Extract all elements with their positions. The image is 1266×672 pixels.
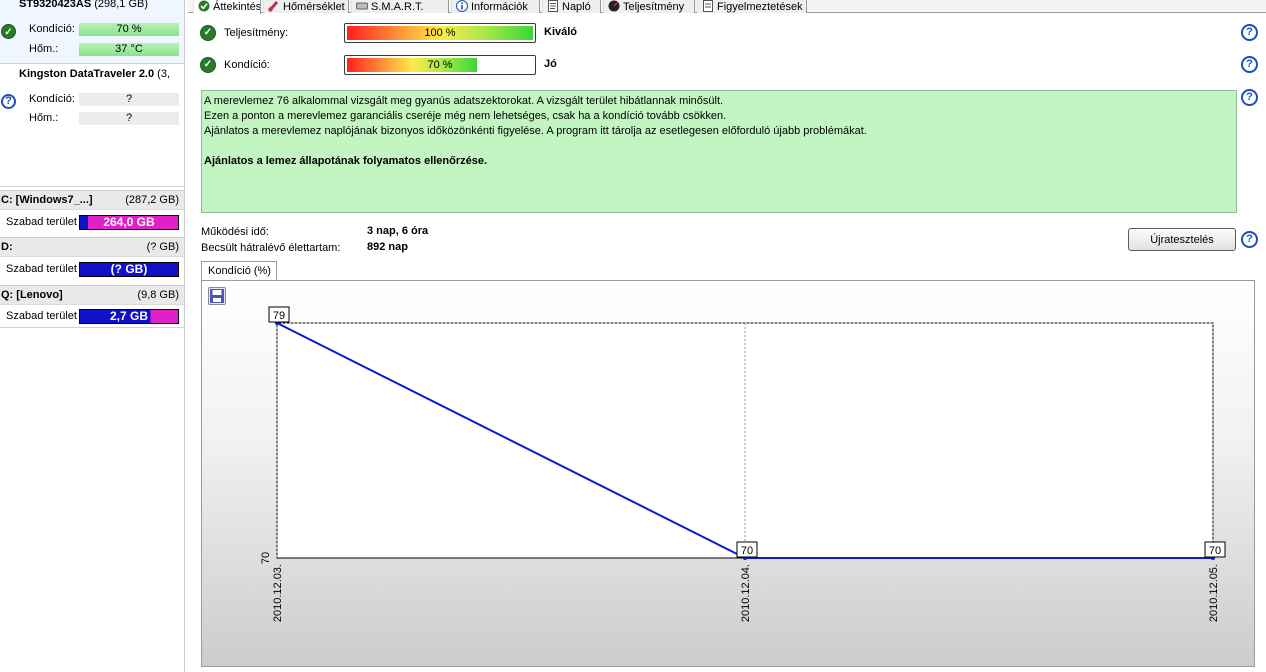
health-label: Kondíció:	[224, 59, 270, 71]
health-value: 70 %	[79, 23, 179, 36]
data-label: 70	[741, 545, 753, 557]
tab-overview[interactable]: Áttekintés	[193, 0, 261, 14]
temp-value: 37 °C	[79, 43, 179, 56]
free-space-bar-d: (? GB)	[79, 262, 179, 277]
data-label: 79	[273, 310, 285, 322]
check-icon: ✓	[200, 57, 216, 73]
status-message-box: A merevlemez 76 alkalommal vizsgált meg …	[201, 90, 1237, 213]
volume-header-d[interactable]: D: (? GB)	[0, 237, 184, 257]
status-message-line: Ajánlatos a merevlemez naplójának bizony…	[204, 125, 867, 137]
help-icon[interactable]: ?	[1241, 231, 1258, 248]
data-label: 70	[1209, 545, 1221, 557]
tab-information[interactable]: Információk	[451, 0, 540, 13]
temp-value: ?	[79, 112, 179, 125]
health-label: Kondíció:	[29, 23, 75, 35]
free-space-label: Szabad terület	[6, 310, 77, 322]
x-tick-label: 2010.12.04.	[740, 564, 752, 622]
tab-warnings[interactable]: Figyelmeztetések	[697, 0, 807, 13]
tab-health-chart[interactable]: Kondíció (%)	[201, 261, 277, 281]
check-icon: ✓	[200, 25, 216, 41]
status-recommendation: Ajánlatos a lemez állapotának folyamatos…	[204, 155, 488, 167]
disk-card-st9320423as[interactable]: ST9320423AS (298,1 GB) ✓ Kondíció: 70 % …	[0, 0, 184, 64]
lifetime-value: 892 nap	[367, 241, 408, 253]
performance-value: 100 %	[424, 27, 456, 39]
free-space-bar-q: 2,7 GB	[79, 309, 179, 324]
health-bar: 70 %	[344, 55, 536, 75]
free-space-label: Szabad terület	[6, 263, 77, 275]
x-tick-label: 2010.12.05.	[1208, 564, 1220, 622]
free-space-bar-c: 264,0 GB	[79, 215, 179, 230]
tab-temperature[interactable]: Hőmérséklet	[263, 0, 349, 13]
retest-button[interactable]: Újratesztelés	[1128, 228, 1236, 251]
disk-name: ST9320423AS (298,1 GB)	[19, 0, 149, 10]
x-tick-label: 2010.12.03.	[272, 564, 284, 622]
tab-log[interactable]: Napló	[542, 0, 601, 13]
info-icon	[456, 0, 468, 12]
temp-label: Hőm.:	[29, 43, 59, 55]
free-space-label: Szabad terület	[6, 216, 77, 228]
uptime-value: 3 nap, 6 óra	[367, 225, 429, 237]
health-value: ?	[79, 93, 179, 106]
check-icon	[198, 0, 210, 12]
log-icon	[547, 0, 559, 12]
separator	[0, 327, 184, 328]
health-value: 70 %	[427, 59, 453, 71]
help-icon[interactable]: ?	[1241, 24, 1258, 41]
disk-name: Kingston DataTraveler 2.0 (3,	[19, 68, 171, 80]
tab-smart[interactable]: S.M.A.R.T.	[351, 0, 449, 13]
uptime-label: Működési idő:	[201, 226, 269, 238]
help-icon[interactable]: ?	[1241, 89, 1258, 106]
question-icon: ?	[1, 94, 16, 109]
performance-label: Teljesítmény:	[224, 27, 289, 39]
lifetime-label: Becsült hátralévő élettartam:	[201, 242, 341, 254]
tab-bar: Áttekintés Hőmérséklet S.M.A.R.T. Inform…	[188, 0, 1266, 14]
health-label: Kondíció:	[29, 93, 75, 105]
sidebar: ST9320423AS (298,1 GB) ✓ Kondíció: 70 % …	[0, 0, 185, 672]
performance-rating: Kiváló	[544, 26, 578, 38]
volume-header-c[interactable]: C: [Windows7_...] (287,2 GB)	[0, 190, 184, 210]
help-icon[interactable]: ?	[1241, 56, 1258, 73]
tab-performance[interactable]: Teljesítmény	[603, 0, 695, 13]
performance-bar: 100 %	[344, 23, 536, 43]
health-rating: Jó	[544, 58, 557, 70]
check-icon: ✓	[1, 24, 16, 39]
warning-icon	[702, 0, 714, 12]
health-chart: 7970 70702010.12.03. 2010.12.04. 2010.12.05…	[260, 306, 1226, 622]
thermometer-icon	[268, 0, 280, 12]
health-chart-panel: 79 70 70 70 2010.12.03. 2010.12.04. 2010.12.05…	[201, 280, 1255, 667]
status-message-line: Ezen a ponton a merevlemez garanciális c…	[204, 110, 727, 122]
volume-header-q[interactable]: Q: [Lenovo] (9,8 GB)	[0, 285, 184, 305]
separator	[0, 186, 184, 187]
temp-label: Hőm.:	[29, 112, 59, 124]
disk-card-kingston[interactable]: Kingston DataTraveler 2.0 (3, ? Kondíció…	[0, 64, 184, 130]
gauge-icon	[608, 0, 620, 12]
status-message-line: A merevlemez 76 alkalommal vizsgált meg …	[204, 95, 724, 107]
disk-icon	[356, 0, 368, 12]
y-tick-label: 70	[260, 552, 272, 564]
